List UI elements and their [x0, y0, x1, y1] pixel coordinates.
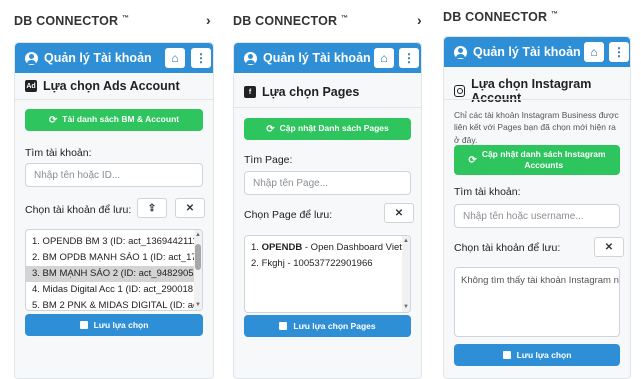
floppy-icon: [502, 351, 511, 359]
account-card: Quản lý Tài khoản ⌂ ⋮ f Lựa chọn Pages ⟳…: [233, 42, 422, 379]
save-selection-button[interactable]: Lưu lựa chọn: [454, 344, 620, 366]
list-item[interactable]: 2. BM OPDB MẠNH SÁO 1 (ID: act_178: [26, 250, 202, 266]
info-note: Chỉ các tài khoản Instagram Business đượ…: [454, 110, 619, 145]
refresh-icon: ⟳: [266, 123, 275, 135]
collapse-icon[interactable]: ›: [206, 12, 211, 28]
load-bm-account-button[interactable]: ⟳ Tải danh sách BM & Account: [25, 109, 203, 131]
upload-button[interactable]: ⇪: [137, 198, 167, 218]
card-header: Quản lý Tài khoản ⌂ ⋮: [234, 43, 421, 73]
divider: [15, 99, 213, 100]
scrollbar[interactable]: ▲ ▼: [194, 230, 202, 310]
ad-icon: Ad: [25, 80, 37, 92]
save-selection-button[interactable]: Lưu lựa chọn: [25, 314, 203, 336]
close-icon: ✕: [604, 241, 614, 253]
account-card: Quản lý Tài khoản ⌂ ⋮ Ad Lựa chọn Ads Ac…: [14, 42, 214, 379]
card-header: Quản lý Tài khoản ⌂ ⋮: [15, 43, 213, 73]
card-header-title: Quản lý Tài khoản: [263, 51, 371, 65]
search-label: Tìm tài khoản:: [454, 186, 521, 198]
home-button[interactable]: ⌂: [165, 48, 185, 68]
card-header-title: Quản lý Tài khoản: [44, 51, 152, 65]
floppy-icon: [279, 322, 288, 330]
search-label: Tìm tài khoản:: [25, 147, 92, 159]
close-icon: ✕: [185, 202, 195, 214]
kebab-menu-button[interactable]: ⋮: [191, 48, 211, 68]
card-header: Quản lý Tài khoản ⌂ ⋮: [444, 37, 630, 67]
choose-label: Chọn tài khoản để lưu:: [25, 204, 132, 216]
user-circle-icon: [25, 51, 38, 65]
pages-panel: DB CONNECTOR ™ › Quản lý Tài khoản ⌂ ⋮ f…: [227, 0, 428, 379]
app-title: DB CONNECTOR ™: [233, 14, 349, 28]
account-listbox[interactable]: 1. OPENDB BM 3 (ID: act_13694421116 2. B…: [25, 229, 203, 311]
user-circle-icon: [454, 45, 467, 59]
list-item[interactable]: 1. OPENDB - Open Dashboard Vietnam: [245, 240, 410, 256]
list-item[interactable]: 1. OPENDB BM 3 (ID: act_13694421116: [26, 234, 202, 250]
pages-listbox[interactable]: 1. OPENDB - Open Dashboard Vietnam 2. Fk…: [244, 235, 411, 313]
scroll-down-icon[interactable]: ▼: [403, 304, 409, 310]
facebook-icon: f: [244, 86, 256, 98]
scroll-up-icon[interactable]: ▲: [403, 238, 409, 244]
app-title: DB CONNECTOR ™: [443, 10, 559, 24]
divider: [234, 107, 421, 108]
kebab-menu-button[interactable]: ⋮: [399, 48, 419, 68]
scroll-down-icon[interactable]: ▼: [195, 302, 201, 308]
scrollbar[interactable]: ▲ ▼: [402, 236, 410, 312]
home-button[interactable]: ⌂: [374, 48, 394, 68]
update-pages-button[interactable]: ⟳ Cập nhật Danh sách Pages: [244, 118, 411, 140]
instagram-panel: DB CONNECTOR ™ Quản lý Tài khoản ⌂ ⋮ Lựa…: [437, 0, 637, 379]
refresh-icon: ⟳: [468, 154, 477, 166]
choose-label: Chọn Page để lưu:: [244, 209, 333, 221]
ads-account-panel: DB CONNECTOR ™ › Quản lý Tài khoản ⌂ ⋮ A…: [8, 0, 220, 379]
clear-button[interactable]: ✕: [594, 237, 624, 257]
clear-button[interactable]: ✕: [175, 198, 205, 218]
list-item-selected[interactable]: 3. BM MẠNH SÁO 2 (ID: act_9482905: [26, 266, 202, 282]
instagram-listbox[interactable]: Không tìm thấy tài khoản Instagram n: [454, 267, 620, 337]
card-header-title: Quản lý Tài khoản: [473, 45, 581, 59]
account-card: Quản lý Tài khoản ⌂ ⋮ Lựa chọn Instagram…: [443, 36, 631, 379]
collapse-icon[interactable]: ›: [417, 12, 422, 28]
kebab-menu-button[interactable]: ⋮: [609, 42, 629, 62]
clear-button[interactable]: ✕: [384, 203, 414, 223]
choose-label: Chọn tài khoản để lưu:: [454, 242, 561, 254]
search-label: Tìm Page:: [244, 154, 293, 166]
close-icon: ✕: [394, 207, 404, 219]
instagram-icon: [454, 85, 466, 97]
user-circle-icon: [244, 51, 257, 65]
search-input[interactable]: Nhập tên Page...: [244, 171, 411, 195]
search-input[interactable]: Nhập tên hoặc username...: [454, 204, 620, 228]
home-button[interactable]: ⌂: [584, 42, 604, 62]
floppy-icon: [79, 321, 88, 329]
app-title: DB CONNECTOR ™: [14, 14, 130, 28]
section-title: Lựa chọn Instagram Account: [454, 77, 630, 105]
list-item[interactable]: 5. BM 2 PNK & MIDAS DIGITAL (ID: ac: [26, 298, 202, 310]
upload-icon: ⇪: [147, 202, 157, 214]
list-item[interactable]: 2. Fkghj - 100537722901966: [245, 256, 410, 272]
divider: [444, 99, 630, 100]
save-pages-button[interactable]: Lưu lựa chọn Pages: [244, 315, 411, 337]
section-title: Ad Lựa chọn Ads Account: [25, 79, 180, 93]
scroll-up-icon[interactable]: ▲: [195, 232, 201, 238]
list-item[interactable]: 4. Midas Digital Acc 1 (ID: act_290018: [26, 282, 202, 298]
update-instagram-button[interactable]: ⟳ Cập nhật danh sách Instagram Accounts: [454, 145, 620, 175]
search-input[interactable]: Nhập tên hoặc ID...: [25, 163, 203, 187]
scroll-thumb[interactable]: [195, 244, 201, 270]
refresh-icon: ⟳: [48, 114, 58, 126]
section-title: f Lựa chọn Pages: [244, 85, 359, 99]
